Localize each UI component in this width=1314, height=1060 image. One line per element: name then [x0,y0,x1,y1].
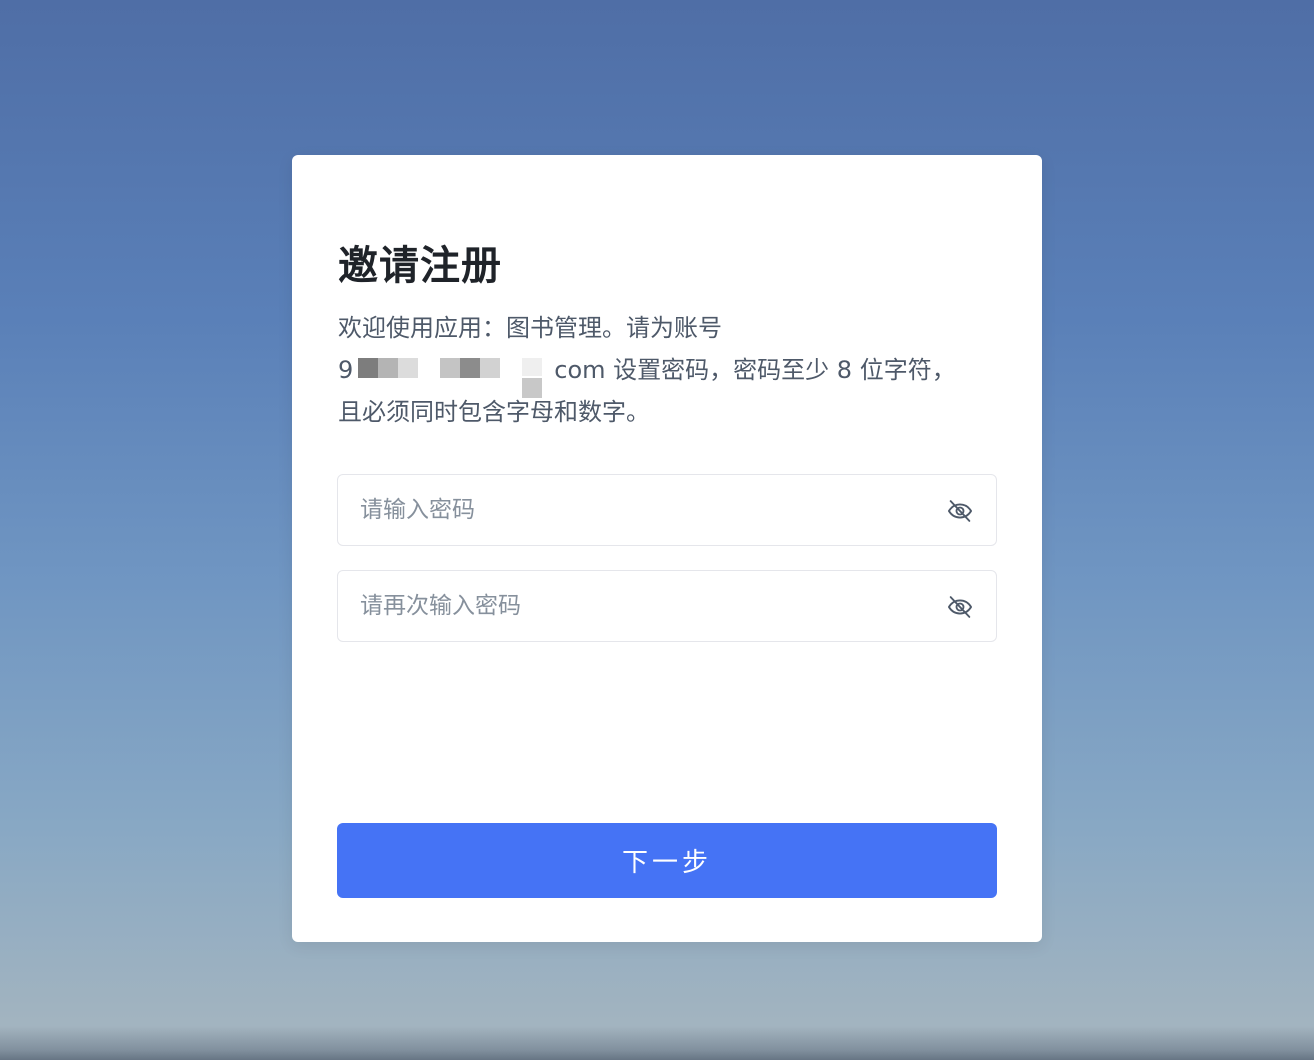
background-horizon [0,1026,1314,1060]
confirm-password-input[interactable] [338,571,928,641]
next-step-button[interactable]: 下一步 [337,823,997,898]
password-input[interactable] [338,475,928,545]
register-card: 邀请注册 欢迎使用应用：图书管理。请为账号 9 com 设置密码，密码至少 8 位… [292,155,1042,942]
description-line-3: 且必须同时包含字母和数字。 [338,398,650,426]
page-title: 邀请注册 [338,243,502,289]
confirm-password-field [337,570,997,642]
eye-off-icon[interactable] [946,497,974,525]
eye-off-icon[interactable] [946,593,974,621]
register-description: 欢迎使用应用：图书管理。请为账号 9 com 设置密码，密码至少 8 位字符， 且… [338,307,998,433]
description-line-2: com 设置密码，密码至少 8 位字符， [554,356,956,384]
description-line-1: 欢迎使用应用：图书管理。请为账号 [338,314,722,342]
account-prefix: 9 [338,356,354,384]
masked-account-email [352,358,556,398]
password-field [337,474,997,546]
